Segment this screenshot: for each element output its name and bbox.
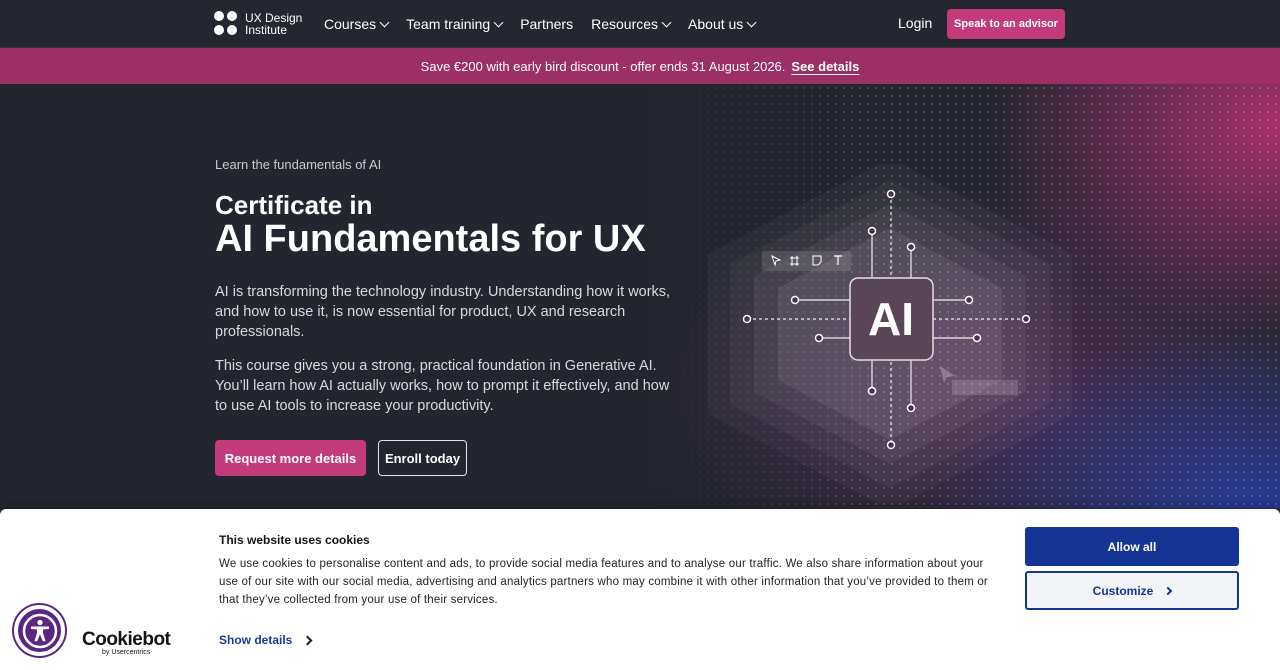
nav-partners[interactable]: Partners bbox=[520, 16, 573, 32]
top-navigation: UX Design Institute Courses Team trainin… bbox=[0, 0, 1280, 48]
hero-title-line2: AI Fundamentals for UX bbox=[215, 218, 646, 260]
cookie-title: This website uses cookies bbox=[219, 533, 370, 547]
ai-chip-illustration: AI bbox=[730, 180, 1050, 488]
nav-courses[interactable]: Courses bbox=[324, 16, 390, 32]
nav-about-us[interactable]: About us bbox=[688, 16, 757, 32]
cookiebot-wordmark: Cookiebot bbox=[82, 629, 171, 650]
site-logo[interactable]: UX Design Institute bbox=[214, 11, 302, 37]
hero-kicker: Learn the fundamentals of AI bbox=[215, 157, 382, 172]
ai-chip-label: AI bbox=[868, 293, 914, 345]
show-details-label: Show details bbox=[219, 633, 293, 647]
cookiebot-logo: Cookiebot by Usercentrics bbox=[82, 629, 171, 656]
customize-label: Customize bbox=[1092, 583, 1154, 598]
customize-button[interactable]: Customize bbox=[1025, 571, 1239, 610]
hero-paragraph-2: This course gives you a strong, practica… bbox=[215, 358, 670, 414]
speak-to-advisor-button[interactable]: Speak to an advisor bbox=[947, 9, 1065, 39]
accessibility-button[interactable] bbox=[14, 605, 65, 656]
accessibility-icon bbox=[22, 613, 57, 648]
nav-resources-label: Resources bbox=[591, 16, 659, 32]
see-details-link[interactable]: See details bbox=[791, 59, 859, 74]
chevron-right-icon bbox=[302, 635, 313, 645]
allow-all-button[interactable]: Allow all bbox=[1025, 527, 1239, 566]
nav-partners-label: Partners bbox=[520, 16, 574, 32]
hero-title-line1: Certificate in bbox=[215, 190, 373, 220]
request-more-details-button[interactable]: Request more details bbox=[215, 440, 366, 476]
promo-banner: Save €200 with early bird discount - off… bbox=[0, 48, 1280, 84]
hero-section: Learn the fundamentals of AI Certificate… bbox=[0, 84, 1280, 509]
logo-dots-icon bbox=[214, 11, 240, 37]
chevron-down-icon bbox=[379, 17, 390, 27]
chevron-right-icon bbox=[1164, 586, 1173, 595]
logo-wordmark: UX Design Institute bbox=[245, 12, 302, 36]
chevron-down-icon bbox=[746, 17, 757, 27]
cookie-description: We use cookies to personalise content an… bbox=[219, 558, 988, 606]
nav-about-us-label: About us bbox=[688, 16, 744, 32]
input-placeholder-bar bbox=[952, 380, 1018, 395]
chevron-down-icon bbox=[661, 17, 672, 27]
nav-courses-label: Courses bbox=[324, 16, 377, 32]
enroll-today-button[interactable]: Enroll today bbox=[378, 440, 467, 476]
promo-text: Save €200 with early bird discount - off… bbox=[420, 58, 786, 74]
nav-resources[interactable]: Resources bbox=[591, 16, 672, 32]
nav-team-training[interactable]: Team training bbox=[406, 16, 504, 32]
logo-line-2: Institute bbox=[245, 23, 288, 37]
cookie-consent-banner: This website uses cookies We use cookies… bbox=[0, 509, 1280, 670]
show-details-link[interactable]: Show details bbox=[219, 633, 313, 647]
nav-links: Courses Team training Partners Resources… bbox=[324, 0, 773, 48]
hero-paragraph-1: AI is transforming the technology indust… bbox=[215, 284, 671, 340]
login-link[interactable]: Login bbox=[898, 15, 932, 31]
chevron-down-icon bbox=[493, 17, 504, 27]
nav-team-training-label: Team training bbox=[406, 16, 491, 32]
